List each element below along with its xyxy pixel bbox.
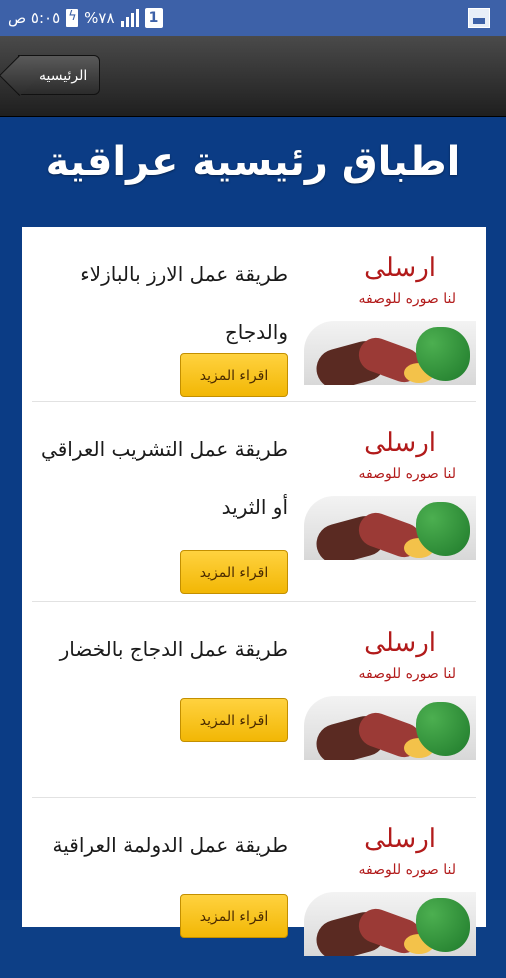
sim-badge: 1 [144,8,163,28]
clock: ٥:٠٥ ص [8,9,61,27]
read-more-button[interactable]: اقراء المزيد [180,550,288,594]
food-image [304,496,476,560]
recipe-card[interactable]: ارسلى لنا صوره للوصفه طريقة عمل التشريب … [22,402,486,602]
thumb-text-line2: لنا صوره للوصفه [358,466,456,482]
read-more-button[interactable]: اقراء المزيد [180,353,288,397]
thumb-text-line1: ارسلى [364,428,436,458]
recipe-thumbnail[interactable]: ارسلى لنا صوره للوصفه [304,622,476,760]
thumb-text-line2: لنا صوره للوصفه [358,666,456,682]
recipe-title: طريقة عمل التشريب العراقي أو الثريد [41,437,288,519]
food-image [304,696,476,760]
recipe-title: طريقة عمل الدجاج بالخضار [59,637,288,661]
recipe-thumbnail[interactable]: ارسلى لنا صوره للوصفه [304,247,476,385]
page-title: اطباق رئيسية عراقية [45,139,461,185]
main-content[interactable]: اطباق رئيسية عراقية ارسلى لنا صوره للوصف… [0,117,506,956]
image-notification-icon [468,8,490,28]
recipe-thumbnail[interactable]: ارسلى لنا صوره للوصفه [304,422,476,560]
read-more-button[interactable]: اقراء المزيد [180,894,288,938]
recipe-list[interactable]: ارسلى لنا صوره للوصفه طريقة عمل الارز با… [22,227,486,956]
signal-icon [120,9,139,27]
thumb-text-line1: ارسلى [364,253,436,283]
app-toolbar: الرئيسيه [0,36,506,117]
battery-level: %٧٨ [84,9,115,27]
recipe-card[interactable]: ارسلى لنا صوره للوصفه طريقة عمل الارز با… [22,227,486,402]
recipe-thumbnail[interactable]: ارسلى لنا صوره للوصفه [304,818,476,956]
recipe-title: طريقة عمل الارز بالبازلاء والدجاج [80,262,288,344]
read-more-button[interactable]: اقراء المزيد [180,698,288,742]
recipe-card[interactable]: ارسلى لنا صوره للوصفه طريقة عمل الدولمة … [22,798,486,978]
food-image [304,321,476,385]
thumb-text-line1: ارسلى [364,824,436,854]
battery-icon [66,9,79,27]
back-button[interactable]: الرئيسيه [18,55,101,95]
thumb-text-line2: لنا صوره للوصفه [358,862,456,878]
back-button-label: الرئيسيه [39,68,88,84]
thumb-text-line1: ارسلى [364,628,436,658]
status-left-group: ٥:٠٥ ص %٧٨ 1 [8,6,163,30]
recipe-card[interactable]: ارسلى لنا صوره للوصفه طريقة عمل الدجاج ب… [22,602,486,798]
status-bar: ٥:٠٥ ص %٧٨ 1 [0,0,506,36]
recipe-title: طريقة عمل الدولمة العراقية [52,833,288,857]
food-image [304,892,476,956]
thumb-text-line2: لنا صوره للوصفه [358,291,456,307]
